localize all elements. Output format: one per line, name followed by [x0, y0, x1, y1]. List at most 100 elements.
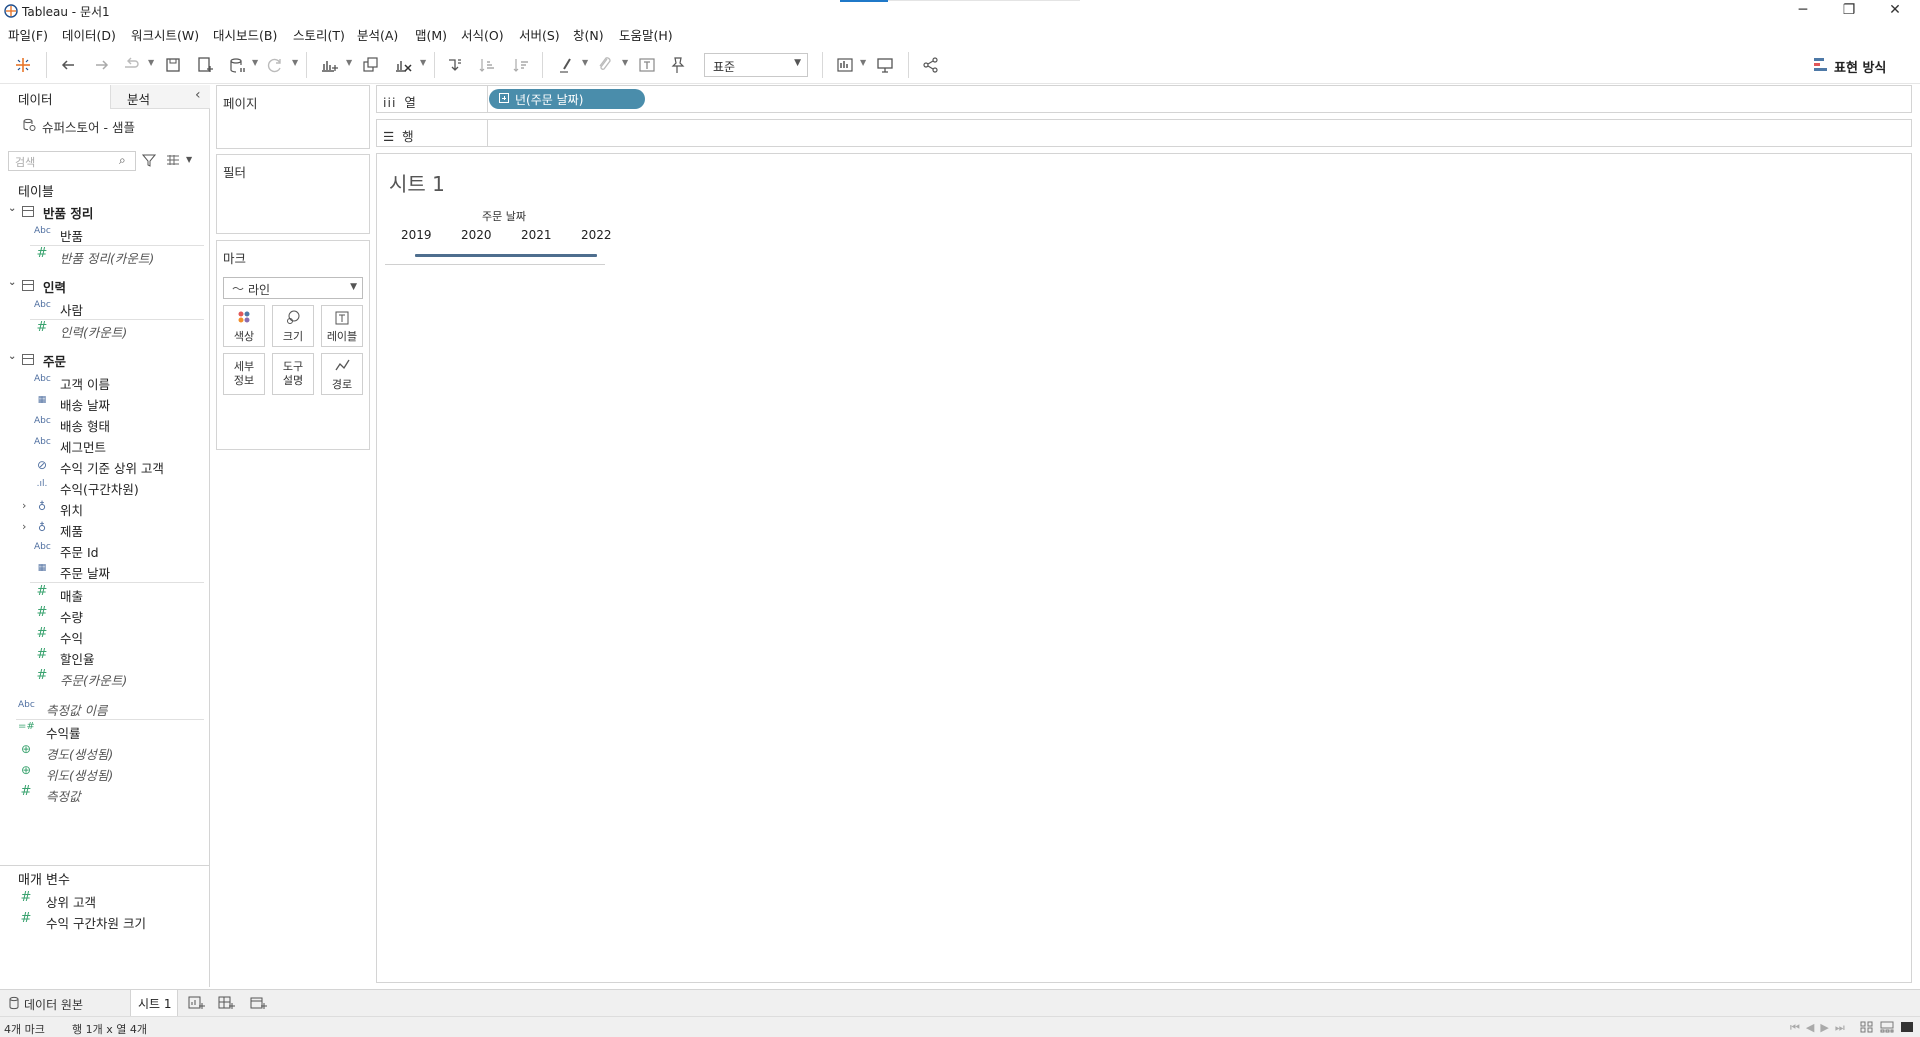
field-item[interactable]: Abc 주문 Id — [34, 541, 204, 560]
field-item[interactable]: Abc 측정값 이름 — [18, 699, 204, 718]
fit-dropdown[interactable]: 표준 ▼ — [704, 53, 808, 77]
sort-descending-icon[interactable] — [510, 54, 532, 76]
table-people[interactable]: ⌄ 인력 — [8, 277, 198, 295]
show-cards-icon[interactable] — [834, 54, 856, 76]
field-item[interactable]: # 주문(카운트) — [34, 668, 204, 688]
expand-plus-icon[interactable] — [499, 93, 509, 103]
redo-icon[interactable] — [90, 54, 112, 76]
chevron-down-icon[interactable]: ▼ — [148, 58, 154, 67]
tab-datasource[interactable]: 데이터 원본 — [0, 990, 128, 1016]
field-item[interactable]: =# 수익률 — [18, 721, 204, 741]
field-item[interactable]: ♁ 제품 — [34, 520, 204, 539]
sorter-view-icon[interactable] — [1860, 1021, 1874, 1033]
field-item[interactable]: # 인력(카운트) — [34, 320, 204, 340]
sheet-title[interactable]: 시트 1 — [389, 168, 445, 197]
menu-file[interactable]: 파일(F) — [8, 25, 48, 44]
field-item[interactable]: Abc 배송 형태 — [34, 415, 204, 434]
new-story-tab-button[interactable] — [248, 993, 270, 1013]
chevron-down-icon[interactable]: ▼ — [582, 58, 588, 67]
detail-button[interactable]: 세부 정보 — [223, 353, 265, 395]
replay-icon[interactable] — [120, 54, 142, 76]
minimize-button[interactable]: ─ — [1780, 0, 1826, 22]
menu-dashboard[interactable]: 대시보드(B) — [213, 25, 277, 44]
chevron-down-icon[interactable]: ▼ — [252, 58, 258, 67]
field-item[interactable]: Abc 고객 이름 — [34, 373, 204, 392]
chevron-down-icon[interactable]: ▼ — [292, 58, 298, 67]
field-item[interactable]: ▦ 주문 날짜 — [34, 562, 204, 581]
new-datasource-icon[interactable] — [194, 54, 216, 76]
menu-format[interactable]: 서식(O) — [461, 25, 504, 44]
undo-icon[interactable] — [58, 54, 80, 76]
tabs-view-icon[interactable] — [1900, 1021, 1914, 1033]
pause-update-icon[interactable] — [226, 54, 248, 76]
menu-story[interactable]: 스토리(T) — [293, 25, 345, 44]
field-item[interactable]: ⊘ 수익 기준 상위 고객 — [34, 457, 204, 476]
menu-data[interactable]: 데이터(D) — [62, 25, 116, 44]
tab-data[interactable]: 데이터 — [0, 85, 110, 109]
field-item[interactable]: # 수익 — [34, 626, 204, 646]
menu-map[interactable]: 맵(M) — [415, 25, 447, 44]
show-labels-icon[interactable] — [636, 54, 658, 76]
field-item[interactable]: # 반품 정리(카운트) — [34, 246, 204, 266]
chevron-down-icon[interactable]: ⌄ — [8, 351, 16, 362]
field-item[interactable]: ▦ 배송 날짜 — [34, 394, 204, 413]
tab-analysis[interactable]: 분석 ‹ — [110, 85, 210, 109]
worksheet-view[interactable]: 시트 1 주문 날짜 2019 2020 2021 2022 — [376, 153, 1912, 983]
menu-help[interactable]: 도움말(H) — [619, 25, 673, 44]
rows-shelf[interactable]: ☰ 행 — [376, 119, 1912, 147]
restore-button[interactable]: ❐ — [1826, 0, 1872, 22]
search-input[interactable]: 검색 ⌕ — [8, 151, 136, 171]
new-worksheet-icon[interactable] — [318, 54, 340, 76]
field-item[interactable]: # 수량 — [34, 605, 204, 625]
field-item[interactable]: Abc 사람 — [34, 299, 204, 318]
view-list-icon[interactable] — [166, 154, 180, 166]
new-worksheet-tab-button[interactable] — [186, 993, 208, 1013]
line-mark[interactable] — [415, 254, 597, 257]
field-item[interactable]: # 매출 — [34, 584, 204, 604]
table-returns[interactable]: ⌄ 반품 정리 — [8, 203, 198, 221]
field-item[interactable]: # 할인율 — [34, 647, 204, 667]
menu-window[interactable]: 창(N) — [573, 25, 604, 44]
year-header[interactable]: 2020 — [461, 228, 492, 242]
chevron-down-icon[interactable]: ▼ — [622, 58, 628, 67]
chevron-down-icon[interactable]: ▼ — [346, 58, 352, 67]
presentation-mode-icon[interactable] — [874, 54, 896, 76]
filmstrip-view-icon[interactable] — [1880, 1021, 1894, 1033]
group-members-icon[interactable] — [594, 54, 616, 76]
filters-card[interactable]: 필터 — [216, 154, 370, 234]
year-header[interactable]: 2022 — [581, 228, 612, 242]
parameter-item[interactable]: # 상위 고객 — [18, 890, 204, 910]
save-icon[interactable] — [162, 54, 184, 76]
tab-sheet-1[interactable]: 시트 1 — [130, 990, 178, 1016]
column-header-field[interactable]: 주문 날짜 — [482, 208, 526, 224]
chevron-down-icon[interactable]: ▼ — [186, 155, 192, 164]
chevron-right-icon[interactable]: › — [22, 499, 26, 512]
parameter-item[interactable]: # 수익 구간차원 크기 — [18, 911, 204, 931]
field-item[interactable]: ♁ 위치 — [34, 499, 204, 518]
label-button[interactable]: 레이블 — [321, 305, 363, 347]
chevron-down-icon[interactable]: ⌄ — [8, 277, 16, 288]
tooltip-button[interactable]: 도구 설명 — [272, 353, 314, 395]
chevron-down-icon[interactable]: ⌄ — [8, 203, 16, 214]
datasource-item[interactable]: 슈퍼스토어 - 샘플 — [20, 116, 200, 135]
filter-icon[interactable] — [142, 153, 156, 167]
highlight-icon[interactable] — [556, 54, 578, 76]
pages-card[interactable]: 페이지 — [216, 85, 370, 149]
menu-analysis[interactable]: 분석(A) — [357, 25, 398, 44]
path-button[interactable]: 경로 — [321, 353, 363, 395]
size-button[interactable]: 크기 — [272, 305, 314, 347]
refresh-icon[interactable] — [264, 54, 286, 76]
field-item[interactable]: .ıl. 수익(구간차원) — [34, 478, 204, 497]
color-button[interactable]: 색상 — [223, 305, 265, 347]
chevron-down-icon[interactable]: ▼ — [420, 58, 426, 67]
swap-rows-columns-icon[interactable] — [444, 54, 466, 76]
fix-axes-pin-icon[interactable] — [666, 54, 688, 76]
collapse-pane-icon[interactable]: ‹ — [195, 87, 201, 103]
field-item[interactable]: # 측정값 — [18, 784, 204, 804]
menu-worksheet[interactable]: 워크시트(W) — [131, 25, 199, 44]
share-icon[interactable] — [920, 54, 942, 76]
chevron-down-icon[interactable]: ▼ — [860, 58, 866, 67]
close-button[interactable]: ✕ — [1872, 0, 1918, 22]
tableau-home-icon[interactable] — [12, 54, 34, 76]
new-dashboard-tab-button[interactable] — [216, 993, 238, 1013]
